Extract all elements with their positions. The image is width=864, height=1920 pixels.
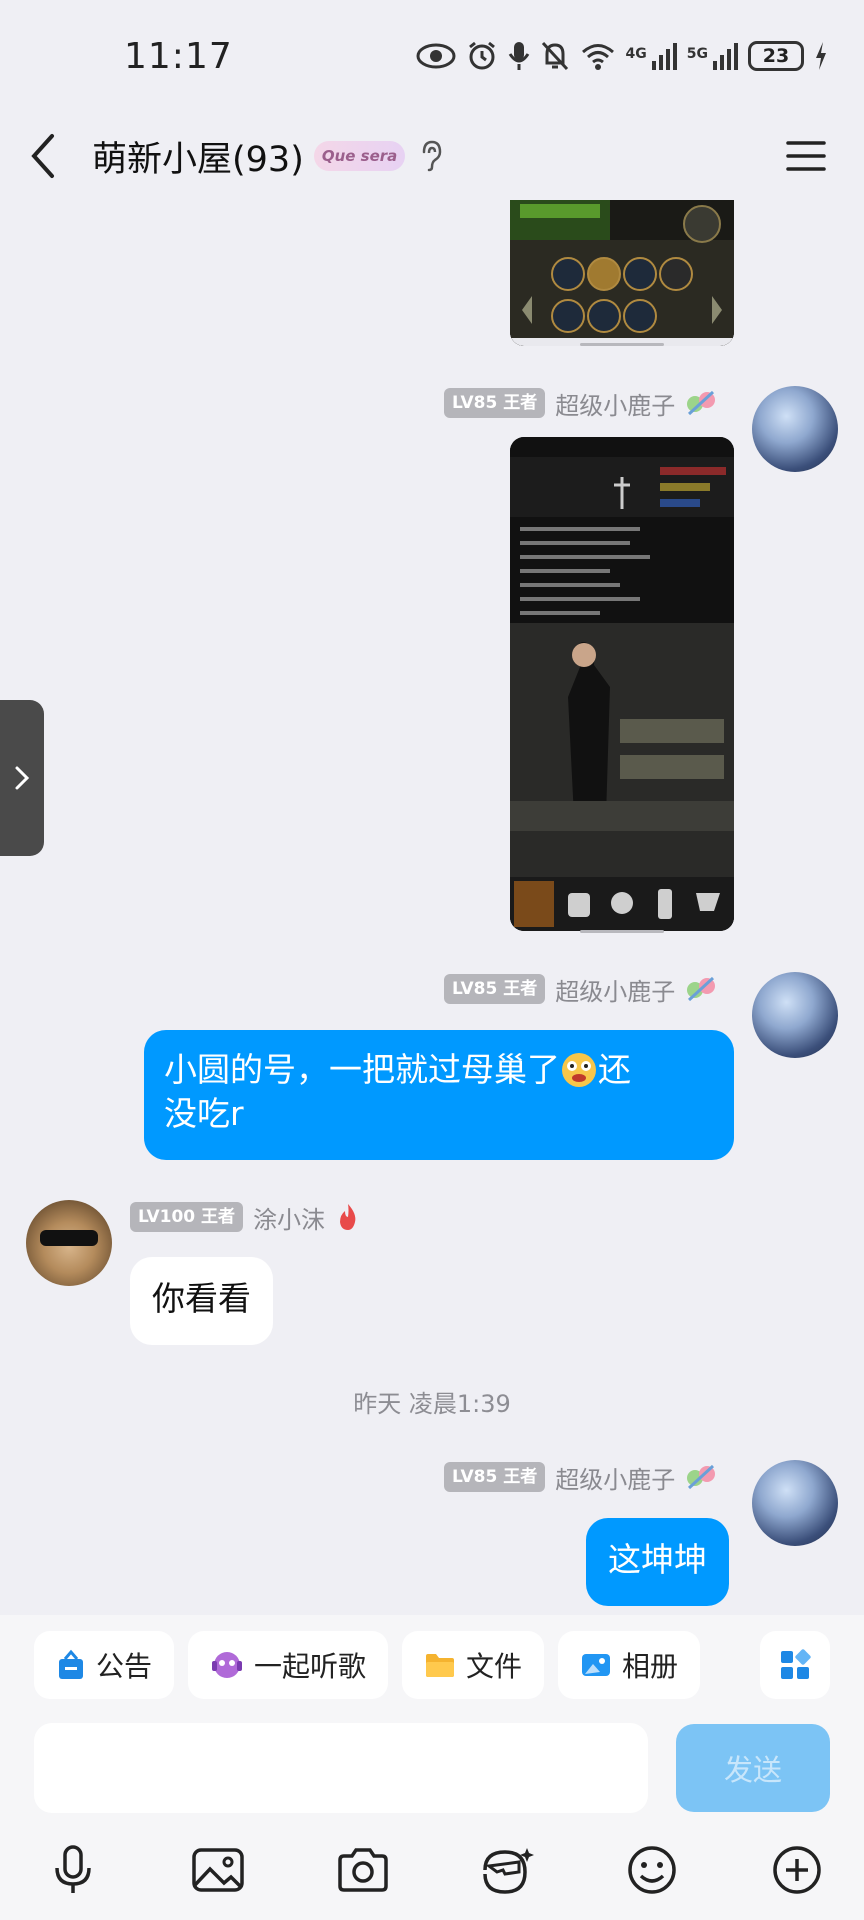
announcement-label: 公告: [96, 1650, 153, 1683]
sender-name[interactable]: 超级小鹿子: [555, 386, 675, 421]
sender-row: LV85 王者 超级小鹿子: [444, 1460, 717, 1494]
timestamp: 昨天 凌晨1:39: [353, 1390, 511, 1418]
image-button[interactable]: [187, 1839, 249, 1901]
message-text: 这坤坤: [608, 1540, 707, 1579]
microphone-icon: [55, 1845, 91, 1893]
status-bar: 11:17 4G 5G 23: [0, 0, 864, 112]
chat-header: 萌新小屋(93) Que sera: [0, 112, 864, 200]
alarm-icon: [468, 41, 495, 70]
sunglasses-cat-avatar: [40, 1230, 98, 1246]
decoration-icon: [687, 976, 716, 1002]
listen-together-button[interactable]: 一起听歌: [188, 1631, 389, 1699]
message-input[interactable]: [34, 1722, 648, 1813]
ai-sticker-button[interactable]: [476, 1839, 538, 1901]
message-text: 你看看: [152, 1279, 251, 1318]
signal-icon: [713, 43, 738, 70]
sender-row: LV85 王者 超级小鹿子: [444, 386, 717, 420]
emoji-face-icon: [562, 1053, 596, 1087]
announcement-icon: [59, 1649, 83, 1679]
back-button[interactable]: [28, 126, 88, 186]
sticker-ai-icon: [483, 1848, 535, 1894]
album-icon: [582, 1654, 611, 1676]
image-message[interactable]: [510, 437, 734, 931]
emoji-button[interactable]: [621, 1839, 683, 1901]
listen-together-label: 一起听歌: [254, 1650, 367, 1683]
chat-area[interactable]: LV85 王者 超级小鹿子 LV85 王者 超级小鹿子 小圆的号，一把就过母巢了…: [0, 200, 864, 1615]
quick-action-bar: 公告 一起听歌 文件 相册: [0, 1615, 864, 1715]
music-buddy-icon: [212, 1652, 243, 1678]
battery-level: 23: [748, 41, 804, 71]
hamburger-menu-icon: [786, 141, 826, 171]
files-button[interactable]: 文件: [402, 1631, 545, 1699]
side-drawer-tab[interactable]: [0, 700, 44, 856]
camera-icon: [337, 1848, 388, 1892]
network-type-1: 4G: [625, 46, 647, 62]
message-text: 还: [598, 1050, 631, 1089]
signal-icon: [651, 43, 677, 70]
chevron-left-icon: [31, 134, 54, 178]
level-badge: LV100 王者: [130, 1202, 244, 1232]
sender-name[interactable]: 超级小鹿子: [555, 972, 675, 1007]
message-bubble[interactable]: 这坤坤: [586, 1518, 729, 1606]
avatar[interactable]: [26, 1200, 112, 1286]
plus-icon: [773, 1846, 821, 1894]
page-title[interactable]: 萌新小屋(93): [92, 131, 304, 182]
level-badge: LV85 王者: [444, 1462, 546, 1492]
album-label: 相册: [622, 1650, 679, 1683]
image-icon: [192, 1848, 244, 1892]
message-line: 小圆的号，一把就过母巢了 还: [164, 1048, 714, 1092]
send-button[interactable]: 发送: [676, 1723, 830, 1812]
more-apps-button[interactable]: [760, 1631, 830, 1699]
menu-button[interactable]: [776, 126, 836, 186]
network-type-2: 5G: [686, 46, 708, 62]
sender-name[interactable]: 涂小沫: [253, 1200, 325, 1235]
eye-icon: [416, 43, 456, 69]
group-badge: Que sera: [313, 141, 406, 171]
decoration-icon: [687, 1464, 716, 1490]
apps-grid-icon: [781, 1649, 811, 1679]
level-badge: LV85 王者: [444, 388, 546, 418]
more-button[interactable]: [766, 1839, 828, 1901]
files-label: 文件: [466, 1650, 523, 1683]
chevron-right-icon: [15, 766, 30, 790]
flame-icon: [340, 1204, 356, 1230]
image-divider: [580, 343, 664, 346]
status-icons: 4G 5G 23: [416, 40, 828, 72]
camera-button[interactable]: [332, 1839, 394, 1901]
level-badge: LV85 王者: [444, 974, 546, 1004]
message-bubble[interactable]: 小圆的号，一把就过母巢了 还 没吃r: [144, 1030, 734, 1160]
bottom-toolbar: [0, 1820, 864, 1920]
microphone-status-icon: [508, 42, 529, 70]
message-bubble[interactable]: 你看看: [130, 1257, 273, 1345]
avatar[interactable]: [752, 972, 838, 1058]
charging-icon: [816, 42, 826, 70]
image-divider: [580, 930, 664, 933]
album-button[interactable]: 相册: [558, 1631, 701, 1699]
announcement-button[interactable]: 公告: [34, 1631, 175, 1699]
wifi-icon: [581, 44, 614, 70]
sender-row: LV85 王者 超级小鹿子: [444, 972, 717, 1006]
sender-name[interactable]: 超级小鹿子: [555, 1460, 675, 1495]
decoration-icon: [687, 390, 716, 416]
sender-row: LV100 王者 涂小沫: [130, 1200, 361, 1234]
message-text: 没吃r: [164, 1094, 244, 1133]
avatar[interactable]: [752, 1460, 838, 1546]
avatar[interactable]: [752, 386, 838, 472]
input-row: 发送: [0, 1715, 864, 1820]
message-text: 小圆的号，一把就过母巢了: [164, 1050, 560, 1089]
mute-bell-icon: [541, 41, 568, 71]
status-time: 11:17: [124, 35, 233, 77]
voice-button[interactable]: [42, 1839, 104, 1901]
image-message[interactable]: [510, 200, 734, 346]
game-screenshot-image: [510, 200, 734, 346]
ear-icon[interactable]: [419, 139, 445, 173]
folder-icon: [426, 1654, 455, 1677]
game-screenshot-image: [510, 437, 734, 931]
emoji-icon: [628, 1846, 676, 1894]
